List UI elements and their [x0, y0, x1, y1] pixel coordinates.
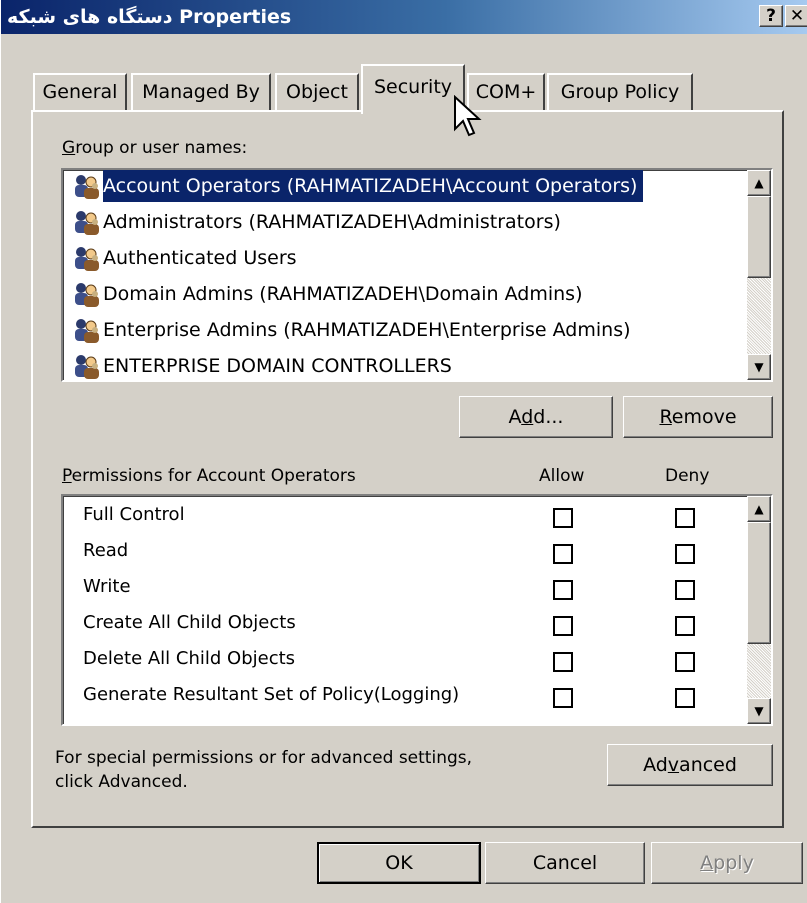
allow-checkbox[interactable]	[553, 616, 573, 636]
group-or-user-names-label: Group or user names:	[62, 138, 248, 158]
advanced-note-line2: click Advanced.	[55, 772, 188, 792]
group-list-scrollbar[interactable]: ▲ ▼	[747, 170, 771, 380]
deny-checkbox[interactable]	[675, 652, 695, 672]
scroll-up-arrow-icon[interactable]: ▲	[747, 496, 771, 522]
deny-header: Deny	[665, 466, 710, 486]
ok-button[interactable]: OK	[317, 842, 481, 884]
close-button[interactable]: ✕	[785, 5, 807, 27]
allow-checkbox[interactable]	[553, 652, 573, 672]
allow-header: Allow	[539, 466, 585, 486]
mouse-pointer-icon	[454, 95, 482, 137]
list-item[interactable]: ENTERPRISE DOMAIN CONTROLLERS	[103, 350, 458, 380]
allow-checkbox[interactable]	[553, 544, 573, 564]
list-item[interactable]: Administrators (RAHMATIZADEH\Administrat…	[103, 206, 567, 238]
cancel-button[interactable]: Cancel	[485, 842, 645, 884]
user-group-icon	[75, 355, 99, 379]
tab-object[interactable]: Object	[275, 73, 359, 111]
user-group-icon	[75, 175, 99, 199]
scroll-thumb[interactable]	[747, 522, 771, 644]
deny-checkbox[interactable]	[675, 544, 695, 564]
user-group-icon	[75, 211, 99, 235]
tab-group-policy[interactable]: Group Policy	[547, 73, 693, 111]
permissions-label: Permissions for Account Operators	[62, 466, 356, 486]
scroll-thumb[interactable]	[747, 196, 771, 278]
group-list[interactable]: Account Operators (RAHMATIZADEH\Account …	[61, 168, 773, 382]
permissions-scrollbar[interactable]: ▲ ▼	[747, 496, 771, 724]
remove-button[interactable]: Remove	[623, 396, 773, 438]
list-item[interactable]: Authenticated Users	[103, 242, 303, 274]
scroll-down-arrow-icon[interactable]: ▼	[747, 354, 771, 380]
add-button[interactable]: Add...	[459, 396, 613, 438]
deny-checkbox[interactable]	[675, 688, 695, 708]
allow-checkbox[interactable]	[553, 580, 573, 600]
permission-name: Delete All Child Objects	[83, 648, 296, 669]
deny-checkbox[interactable]	[675, 508, 695, 528]
permission-name: Full Control	[83, 504, 185, 525]
deny-checkbox[interactable]	[675, 580, 695, 600]
security-tab-panel: Group or user names: Account Operators (…	[31, 110, 784, 828]
user-group-icon	[75, 283, 99, 307]
scroll-down-arrow-icon[interactable]: ▼	[747, 698, 771, 724]
advanced-note-line1: For special permissions or for advanced …	[55, 748, 473, 768]
list-item[interactable]: Domain Admins (RAHMATIZADEH\Domain Admin…	[103, 278, 588, 310]
permission-name: Write	[83, 576, 131, 597]
properties-dialog: دستگاه های شبکه Properties ? ✕ General M…	[0, 0, 807, 903]
tab-managed-by[interactable]: Managed By	[131, 73, 271, 111]
allow-checkbox[interactable]	[553, 688, 573, 708]
permissions-list[interactable]: Full Control Read Write Create All Child Ob…	[61, 494, 773, 726]
list-item[interactable]: Enterprise Admins (RAHMATIZADEH\Enterpri…	[103, 314, 637, 346]
advanced-button[interactable]: Advanced	[607, 744, 773, 786]
window-title: دستگاه های شبکه Properties	[7, 6, 292, 28]
permission-name: Read	[83, 540, 129, 561]
allow-checkbox[interactable]	[553, 508, 573, 528]
scroll-up-arrow-icon[interactable]: ▲	[747, 170, 771, 196]
apply-button[interactable]: Apply	[651, 842, 803, 884]
tab-security[interactable]: Security	[361, 64, 465, 114]
list-item[interactable]: Account Operators (RAHMATIZADEH\Account …	[103, 170, 644, 202]
tab-general[interactable]: General	[33, 73, 127, 111]
title-bar[interactable]: دستگاه های شبکه Properties ? ✕	[1, 0, 807, 34]
deny-checkbox[interactable]	[675, 616, 695, 636]
user-group-icon	[75, 319, 99, 343]
user-group-icon	[75, 247, 99, 271]
help-button[interactable]: ?	[759, 5, 783, 27]
permission-name: Create All Child Objects	[83, 612, 296, 633]
permission-name: Generate Resultant Set of Policy(Logging…	[83, 684, 460, 705]
